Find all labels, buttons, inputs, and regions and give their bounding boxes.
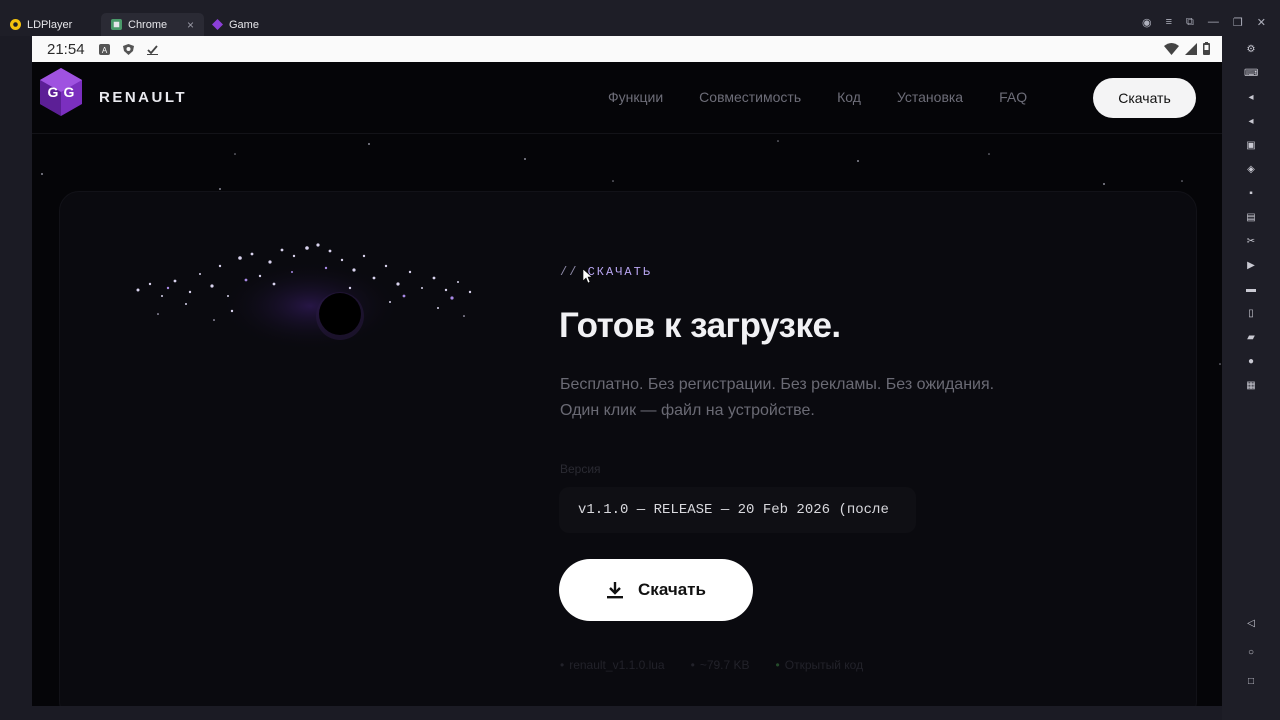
brand-name[interactable]: RENAULT xyxy=(99,89,187,106)
download-button[interactable]: Скачать xyxy=(559,559,753,621)
robot-icon[interactable]: ▤ xyxy=(1244,212,1258,224)
site-navbar: G G RENAULT Функции Совместимость Код Ус… xyxy=(32,62,1222,134)
nav-link-faq[interactable]: FAQ xyxy=(999,89,1027,105)
account-icon[interactable]: ◉ xyxy=(1142,16,1152,29)
restore-icon[interactable]: ❐ xyxy=(1233,16,1243,29)
version-value: v1.1.0 — RELEASE — 20 Feb 2026 (после xyxy=(578,502,889,518)
screenshot-icon[interactable]: ▣ xyxy=(1244,140,1258,152)
file-size: ~79.7 KB xyxy=(691,658,750,672)
ldplayer-icon xyxy=(10,19,21,30)
signal-icon xyxy=(1185,42,1197,55)
check-icon xyxy=(146,44,158,55)
volume-down-icon[interactable]: ◂ xyxy=(1244,116,1258,128)
window-controls: ◉ ≡ ⧉ — ❐ ✕ xyxy=(1142,16,1266,29)
description-line-1: Бесплатно. Без регистрации. Без рекламы.… xyxy=(560,376,995,393)
scissors-icon[interactable]: ✂ xyxy=(1244,236,1258,248)
file-name: renault_v1.1.0.lua xyxy=(560,658,664,672)
folder-icon[interactable]: ▰ xyxy=(1244,332,1258,344)
video-icon[interactable]: ▶ xyxy=(1244,260,1258,272)
download-icon xyxy=(607,582,624,599)
minimize-icon[interactable]: — xyxy=(1208,16,1219,29)
nav-download-button[interactable]: Скачать xyxy=(1093,78,1196,118)
tab-label: LDPlayer xyxy=(27,18,73,31)
phone-icon[interactable]: ▯ xyxy=(1244,308,1258,320)
back-icon[interactable]: ◁ xyxy=(1244,618,1258,630)
tab-label: Game xyxy=(229,18,259,31)
svg-text:G: G xyxy=(48,84,59,100)
recents-icon[interactable]: □ xyxy=(1244,676,1258,688)
pin-icon[interactable]: ⧉ xyxy=(1186,16,1194,29)
record-icon[interactable]: ▪ xyxy=(1244,188,1258,200)
section-title: Готов к загрузке. xyxy=(559,306,841,345)
settings-icon[interactable]: ⚙ xyxy=(1244,44,1258,56)
tab-game[interactable]: Game xyxy=(202,13,269,36)
multi-instance-icon[interactable]: ▦ xyxy=(1244,380,1258,392)
battery-icon xyxy=(1203,42,1210,55)
host-tabbar: LDPlayer Chrome × Game ◉ ≡ ⧉ — ❐ ✕ xyxy=(0,0,1280,36)
keyboard-icon[interactable]: ⌨ xyxy=(1244,68,1258,80)
status-time: 21:54 xyxy=(47,40,85,58)
device-screen: 21:54 A G G RENAULT Функции Совместимост… xyxy=(32,36,1222,706)
description-line-2: Один клик — файл на устройстве. xyxy=(560,402,815,419)
home-icon[interactable]: ○ xyxy=(1244,647,1258,659)
kicker-slash: // xyxy=(560,265,579,279)
svg-text:A: A xyxy=(101,46,107,55)
open-source-badge: Открытый код xyxy=(776,658,863,672)
document-icon[interactable]: ▬ xyxy=(1244,284,1258,296)
svg-text:G: G xyxy=(64,84,75,100)
close-icon[interactable]: × xyxy=(187,18,194,32)
file-meta: renault_v1.1.0.lua ~79.7 KB Открытый код xyxy=(560,658,863,672)
font-icon: A xyxy=(98,43,110,55)
game-icon xyxy=(212,19,223,30)
version-label: Версия xyxy=(560,462,601,476)
emulator-sidebar: ⚙ ⌨ ◂ ◂ ▣ ◈ ▪ ▤ ✂ ▶ ▬ ▯ ▰ ● ▦ ◁ ○ □ xyxy=(1222,36,1280,720)
wifi-icon xyxy=(1164,42,1179,55)
tab-ldplayer[interactable]: LDPlayer xyxy=(0,13,82,36)
nav-link-code[interactable]: Код xyxy=(837,89,861,105)
nav-links: Функции Совместимость Код Установка FAQ xyxy=(608,89,1063,105)
nav-link-features[interactable]: Функции xyxy=(608,89,663,105)
chrome-icon xyxy=(111,19,122,30)
screen-bottom-edge xyxy=(32,706,1222,720)
nav-link-install[interactable]: Установка xyxy=(897,89,963,105)
gameguardian-logo-icon[interactable]: G G xyxy=(38,66,84,118)
tab-chrome[interactable]: Chrome × xyxy=(101,13,204,36)
download-button-label: Скачать xyxy=(638,580,706,599)
section-description: Бесплатно. Без регистрации. Без рекламы.… xyxy=(560,372,994,424)
close-window-icon[interactable]: ✕ xyxy=(1257,16,1266,29)
volume-up-icon[interactable]: ◂ xyxy=(1244,92,1258,104)
location-icon[interactable]: ● xyxy=(1244,356,1258,368)
version-select[interactable]: v1.1.0 — RELEASE — 20 Feb 2026 (после xyxy=(559,487,916,533)
mouse-cursor-icon xyxy=(583,269,593,284)
tab-label: Chrome xyxy=(128,18,168,31)
black-hole-particles-visual xyxy=(136,243,472,351)
section-kicker: // СКАЧАТЬ xyxy=(560,265,652,279)
nav-link-compatibility[interactable]: Совместимость xyxy=(699,89,801,105)
menu-icon[interactable]: ≡ xyxy=(1166,16,1172,29)
kicker-label: СКАЧАТЬ xyxy=(587,265,653,279)
apk-icon[interactable]: ◈ xyxy=(1244,164,1258,176)
shield-icon xyxy=(122,43,134,55)
android-status-bar: 21:54 A xyxy=(32,36,1222,62)
